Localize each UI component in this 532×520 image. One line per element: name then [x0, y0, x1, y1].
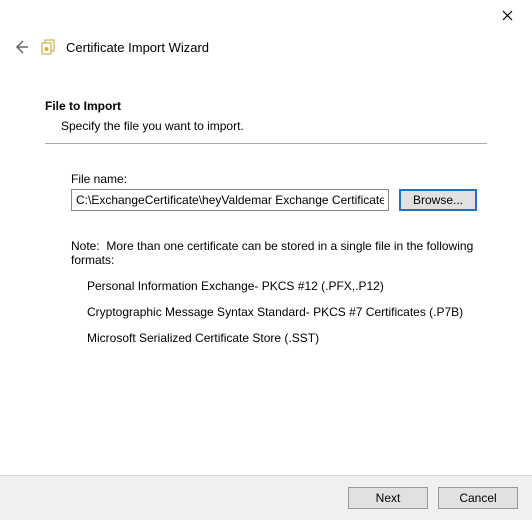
format-item: Cryptographic Message Syntax Standard- P…	[87, 305, 487, 319]
back-arrow-icon	[13, 39, 29, 55]
back-button[interactable]	[12, 38, 30, 56]
close-button[interactable]	[492, 4, 522, 26]
filename-input[interactable]	[71, 189, 389, 211]
divider	[45, 143, 487, 144]
section-subheading: Specify the file you want to import.	[61, 119, 487, 133]
wizard-header: Certificate Import Wizard	[0, 30, 532, 64]
title-bar	[0, 0, 532, 30]
note-block: Note: More than one certificate can be s…	[71, 239, 487, 345]
format-item: Personal Information Exchange- PKCS #12 …	[87, 279, 487, 293]
next-button[interactable]: Next	[348, 487, 428, 509]
filename-block: File name: Browse...	[71, 172, 477, 211]
certificate-wizard-icon	[40, 39, 56, 55]
browse-button[interactable]: Browse...	[399, 189, 477, 211]
wizard-title: Certificate Import Wizard	[66, 40, 209, 55]
section-heading: File to Import	[45, 99, 487, 113]
footer-bar: Next Cancel	[0, 475, 532, 520]
note-body: More than one certificate can be stored …	[71, 239, 473, 267]
note-text: Note: More than one certificate can be s…	[71, 239, 487, 267]
format-item: Microsoft Serialized Certificate Store (…	[87, 331, 487, 345]
note-prefix: Note:	[71, 239, 100, 253]
filename-label: File name:	[71, 172, 477, 186]
content-area: File to Import Specify the file you want…	[0, 64, 532, 367]
close-icon	[502, 10, 513, 21]
cancel-button[interactable]: Cancel	[438, 487, 518, 509]
